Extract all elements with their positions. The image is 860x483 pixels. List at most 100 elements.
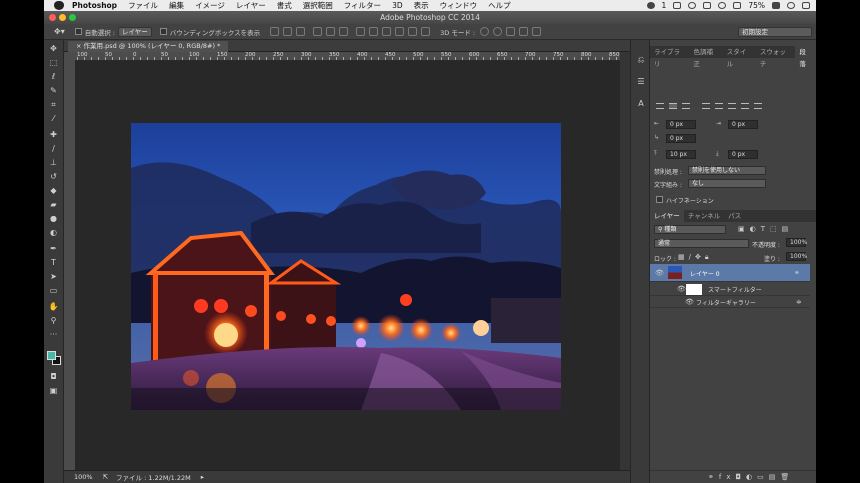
blur-tool-icon[interactable]: ● [48, 214, 59, 224]
bounding-box-checkbox[interactable] [159, 28, 167, 35]
close-tab-icon[interactable]: × [76, 42, 84, 50]
tab-styles[interactable]: スタイル [723, 46, 756, 68]
distribute-bottom-icon[interactable] [382, 27, 392, 36]
justify-right-icon[interactable] [728, 103, 736, 109]
paint-bucket-tool-icon[interactable]: ▰ [48, 200, 59, 210]
blend-mode-dropdown[interactable]: 通常 [654, 239, 749, 248]
menu-layer[interactable]: レイヤー [236, 0, 266, 11]
align-center-text-icon[interactable] [669, 103, 677, 109]
share-icon[interactable]: ⇱ [103, 473, 108, 481]
properties-panel-icon[interactable]: ☰ [635, 76, 647, 88]
status-menu-arrow-icon[interactable]: ▸ [201, 473, 204, 481]
brush-tool-icon[interactable]: ∕ [48, 144, 59, 154]
3d-slide-icon[interactable] [519, 27, 529, 36]
auto-select-checkbox[interactable] [74, 28, 82, 35]
justify-center-icon[interactable] [715, 103, 723, 109]
align-vcenter-icon[interactable] [283, 27, 293, 36]
align-left-text-icon[interactable] [656, 103, 664, 109]
distribute-left-icon[interactable] [395, 27, 405, 36]
menu-view[interactable]: 表示 [414, 0, 429, 11]
menu-file[interactable]: ファイル [128, 0, 158, 11]
layers-bottom-icons[interactable]: ⚭fx◘◐▭▤🗑︎ [708, 473, 794, 481]
align-hcenter-icon[interactable] [326, 27, 336, 36]
align-right-icon[interactable] [339, 27, 349, 36]
fill-field[interactable]: 100% [786, 252, 807, 261]
menu-edit[interactable]: 編集 [169, 0, 184, 11]
apple-icon[interactable] [54, 1, 64, 10]
workspace-dropdown[interactable]: 初期設定 [738, 26, 812, 37]
space-after-field[interactable]: 0 px [728, 150, 758, 159]
volume-icon[interactable] [733, 2, 742, 9]
path-select-tool-icon[interactable]: ➤ [48, 272, 59, 282]
tab-paragraph[interactable]: 段落 [795, 46, 816, 68]
layer-row-smart-filter[interactable]: 👁︎ スマートフィルター [650, 282, 810, 296]
mojikumi-dropdown[interactable]: なし [688, 179, 766, 188]
move-tool-icon[interactable]: ✥ [48, 44, 59, 54]
battery-icon[interactable] [772, 2, 780, 9]
layer-filter-kind-dropdown[interactable]: ⚲ 種類 [654, 225, 726, 234]
menu-image[interactable]: イメージ [195, 0, 225, 11]
tab-library[interactable]: ライブラリ [650, 46, 690, 68]
smart-filter-eye-icon[interactable]: 👁︎ [677, 285, 686, 293]
bluetooth-icon[interactable] [703, 2, 712, 9]
time-machine-icon[interactable] [688, 2, 697, 9]
distribute-hcenter-icon[interactable] [408, 27, 418, 36]
tab-swatches[interactable]: スウォッチ [756, 46, 796, 68]
menu-type[interactable]: 書式 [277, 0, 292, 11]
tab-paths[interactable]: パス [724, 210, 745, 222]
menu-app-name[interactable]: Photoshop [72, 1, 117, 10]
3d-orbit-icon[interactable] [480, 27, 490, 36]
type-tool-icon[interactable]: T [48, 258, 59, 268]
indent-left-field[interactable]: 0 px [666, 120, 696, 129]
notification-center-icon[interactable] [802, 2, 810, 9]
menu-filter[interactable]: フィルター [344, 0, 381, 11]
spotlight-icon[interactable] [787, 2, 795, 9]
menu-3d[interactable]: 3D [392, 1, 403, 10]
close-window-button[interactable] [49, 14, 56, 21]
filter-gallery-eye-icon[interactable]: 👁︎ [685, 298, 694, 306]
vertical-scrollbar[interactable] [620, 52, 630, 470]
document-image[interactable] [131, 123, 561, 410]
hand-tool-icon[interactable]: ✋ [48, 302, 59, 312]
tab-layers[interactable]: レイヤー [650, 210, 684, 222]
filter-options-icon[interactable]: ≑ [796, 298, 802, 306]
justify-all-icon[interactable] [741, 103, 749, 109]
justify-full-icon[interactable] [754, 103, 762, 109]
screen-mode-icon[interactable]: ▣ [48, 386, 59, 396]
3d-pan-icon[interactable] [506, 27, 516, 36]
rectangle-tool-icon[interactable]: ▭ [48, 286, 59, 296]
tab-channels[interactable]: チャンネル [684, 210, 724, 222]
indent-first-line-field[interactable]: 0 px [666, 134, 696, 143]
minimize-window-button[interactable] [59, 14, 66, 21]
3d-scale-icon[interactable] [532, 27, 542, 36]
lasso-tool-icon[interactable]: ℓ [48, 72, 59, 82]
menu-window[interactable]: ウィンドウ [440, 0, 478, 11]
battery-percent[interactable]: 75% [748, 1, 765, 10]
opacity-field[interactable]: 100% [786, 238, 807, 247]
align-left-icon[interactable] [313, 27, 323, 36]
align-right-text-icon[interactable] [682, 103, 690, 109]
menu-select[interactable]: 選択範囲 [303, 0, 333, 11]
record-icon[interactable] [646, 2, 655, 9]
menu-help[interactable]: ヘルプ [488, 0, 511, 11]
history-brush-tool-icon[interactable]: ↺ [48, 172, 59, 182]
zoom-level[interactable]: 100% [74, 473, 93, 481]
hyphenate-checkbox[interactable] [656, 196, 663, 203]
kinsoku-dropdown[interactable]: 禁則を使用しない [688, 166, 766, 175]
eyedropper-tool-icon[interactable]: ⁄ [48, 114, 59, 124]
layer-row-0[interactable]: 👁︎ レイヤー 0 ⚭ [650, 264, 810, 282]
lock-icons[interactable]: ▦∕✥🔒︎ [678, 253, 713, 262]
justify-left-icon[interactable] [702, 103, 710, 109]
tab-adjustments[interactable]: 色調補正 [690, 46, 723, 68]
move-tool-preset-icon[interactable]: ✥▾ [54, 27, 65, 36]
quick-select-tool-icon[interactable]: ✎ [48, 86, 59, 96]
align-bottom-icon[interactable] [296, 27, 306, 36]
crop-tool-icon[interactable]: ⌗ [48, 100, 59, 110]
quick-mask-icon[interactable]: ◘ [48, 372, 59, 382]
marquee-tool-icon[interactable]: ⬚ [48, 58, 59, 68]
document-tab[interactable]: × 作業用.psd @ 100% (レイヤー 0, RGB/8#) * [68, 41, 229, 52]
auto-select-dropdown[interactable]: レイヤー [117, 26, 152, 37]
layer-visibility-eye-icon[interactable]: 👁︎ [655, 269, 664, 277]
eraser-tool-icon[interactable]: ◆ [48, 186, 59, 196]
extra-tools-icon[interactable]: ··· [48, 330, 59, 340]
